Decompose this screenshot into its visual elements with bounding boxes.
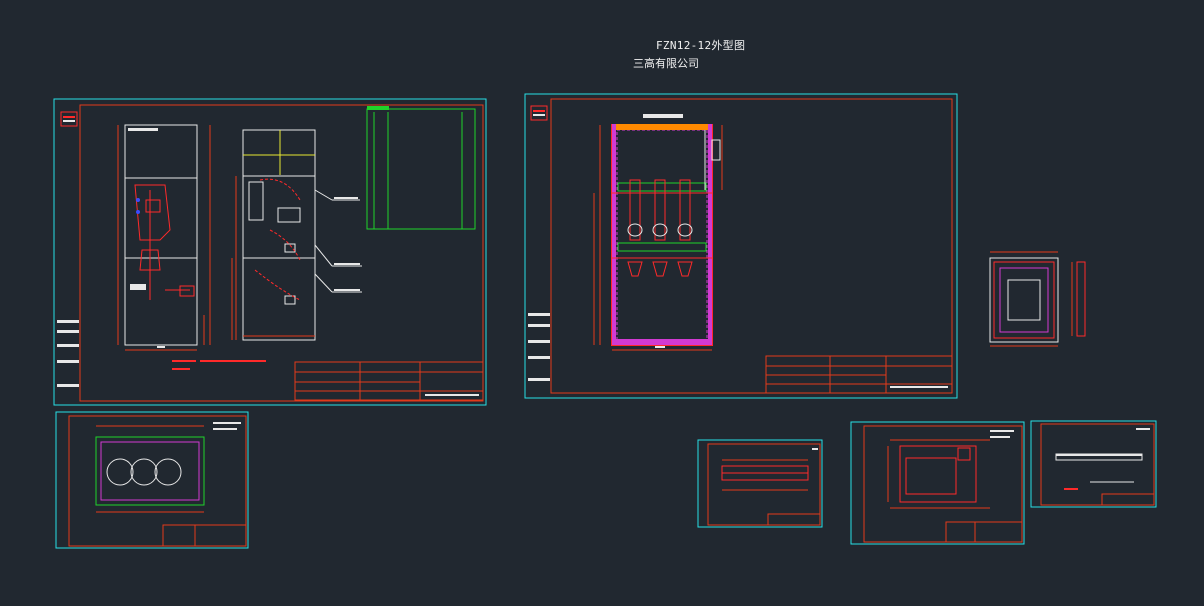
sheet-front-side-view[interactable]	[53, 98, 487, 406]
sheet-logo-icon	[60, 111, 78, 127]
sheet-left-labels	[528, 313, 550, 381]
sheet-logo-icon	[530, 105, 548, 121]
sheet-cover-strip[interactable]	[1030, 420, 1157, 508]
cabinet-front-elevation	[117, 124, 211, 351]
cad-canvas[interactable]	[0, 0, 1204, 606]
cabinet-side-elevation	[231, 129, 362, 341]
sheet-left-labels	[57, 320, 79, 387]
title-block	[294, 361, 484, 401]
sheet-base-plate[interactable]	[55, 411, 249, 549]
sheet-internal-layout[interactable]	[524, 93, 958, 399]
parts-list-table	[366, 106, 476, 230]
cabinet-internal-section	[593, 114, 723, 351]
sheet-busbar-strip[interactable]	[697, 439, 823, 528]
sheet-panel-detail[interactable]	[989, 251, 1086, 347]
title-block	[765, 355, 953, 394]
sheet-mounting-plate[interactable]	[850, 421, 1025, 545]
drawing-notes	[172, 360, 266, 370]
